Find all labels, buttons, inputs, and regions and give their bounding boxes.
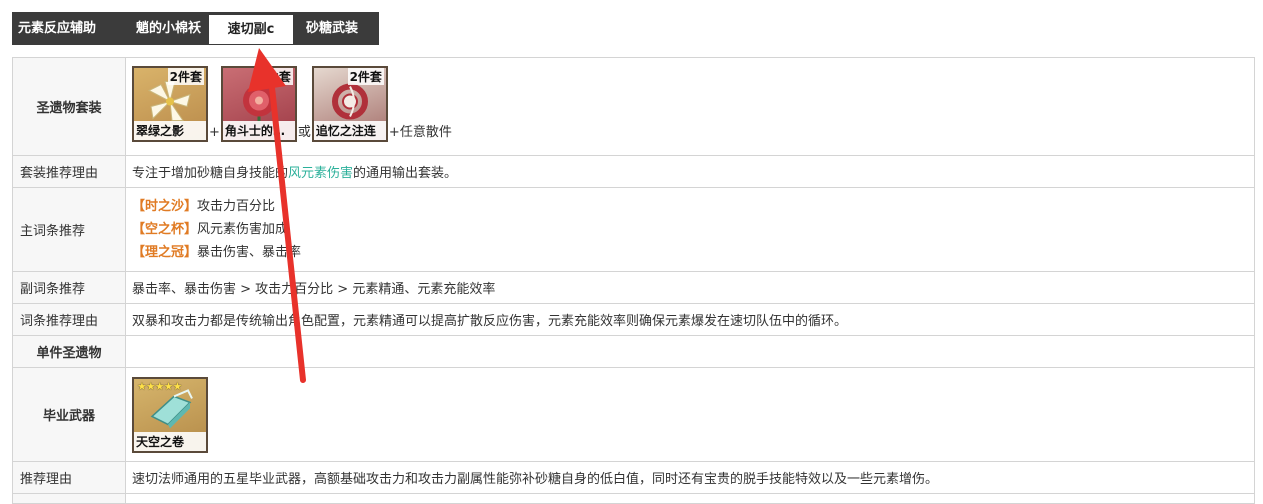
tab-label: 速切副c bbox=[227, 22, 275, 37]
sands-value: 攻击力百分比 bbox=[197, 199, 276, 214]
artifact-item-viridescent[interactable]: 2件套 翠绿之影 bbox=[132, 66, 208, 142]
sky-book-icon bbox=[150, 388, 193, 428]
circlet-slot: 【理之冠】 bbox=[132, 245, 198, 260]
goblet-slot: 【空之杯】 bbox=[132, 222, 198, 237]
row-label: 推荐理由 bbox=[12, 461, 126, 494]
artifact-name: 角斗士的… bbox=[222, 121, 295, 140]
tab-xiao-support[interactable]: 魈的小棉袄 bbox=[136, 12, 201, 45]
row-best-weapon: 毕业武器 ★★★★★ 天空之卷 bbox=[12, 367, 1255, 462]
or-text: 或 bbox=[297, 125, 311, 140]
artifact-item-shimenawa[interactable]: 2件套 追忆之注连 bbox=[311, 66, 388, 142]
anemo-dmg-highlight: 风元素伤害 bbox=[288, 166, 354, 181]
main-stats-value: 【时之沙】攻击力百分比 【空之杯】风元素伤害加成 【理之冠】暴击伤害、暴击率 bbox=[125, 187, 1255, 272]
sands-slot: 【时之沙】 bbox=[132, 199, 198, 214]
set-badge: 2件套 bbox=[347, 68, 384, 85]
row-label: 主词条推荐 bbox=[12, 187, 126, 272]
build-table: 圣遗物套装 2件套 翠绿之影 + 2件套 角斗士的… 或 2件套 追忆之注连 +… bbox=[12, 57, 1255, 504]
row-single-artifact: 单件圣遗物 bbox=[12, 335, 1255, 368]
row-label bbox=[12, 493, 126, 504]
tab-quickswap-subdps[interactable]: 速切副c bbox=[208, 14, 294, 45]
goblet-stat: 【空之杯】风元素伤害加成 bbox=[132, 218, 1254, 241]
plus-sign: + bbox=[209, 125, 220, 140]
row-value bbox=[125, 493, 1255, 504]
weapon-reason-value: 速切法师通用的五星毕业武器，高额基础攻击力和攻击力副属性能弥补砂糖自身的低白值，… bbox=[125, 461, 1255, 494]
weapon-name: 天空之卷 bbox=[134, 431, 206, 451]
reason-text-before: 专注于增加砂糖自身技能的 bbox=[132, 166, 289, 181]
set-reason-value: 专注于增加砂糖自身技能的风元素伤害的通用输出套装。 bbox=[125, 155, 1255, 188]
artifact-set-cell: 2件套 翠绿之影 + 2件套 角斗士的… 或 2件套 追忆之注连 +任意散件 bbox=[125, 57, 1255, 156]
row-label: 毕业武器 bbox=[12, 367, 126, 462]
set-badge: 2件套 bbox=[256, 68, 293, 85]
build-tabs: 元素反应辅助 魈的小棉袄 速切副c 砂糖武装 bbox=[12, 12, 379, 45]
row-label: 词条推荐理由 bbox=[12, 303, 126, 336]
circlet-value: 暴击伤害、暴击率 bbox=[197, 245, 302, 260]
sub-stats-value: 暴击率、暴击伤害 > 攻击力百分比 > 元素精通、元素充能效率 bbox=[125, 271, 1255, 304]
artifact-name: 追忆之注连 bbox=[313, 121, 386, 140]
tab-sucrose-weapon[interactable]: 砂糖武装 bbox=[306, 12, 358, 45]
row-artifact-set: 圣遗物套装 2件套 翠绿之影 + 2件套 角斗士的… 或 2件套 追忆之注连 +… bbox=[12, 57, 1255, 156]
reason-text-after: 的通用输出套装。 bbox=[353, 166, 458, 181]
tab-element-reaction-support[interactable]: 元素反应辅助 bbox=[18, 12, 96, 45]
set-badge: 2件套 bbox=[167, 68, 204, 85]
row-next bbox=[12, 493, 1255, 504]
row-label: 副词条推荐 bbox=[12, 271, 126, 304]
row-stat-reason: 词条推荐理由 双暴和攻击力都是传统输出角色配置，元素精通可以提高扩散反应伤害，元… bbox=[12, 303, 1255, 336]
any-piece-text: +任意散件 bbox=[388, 125, 452, 140]
artifact-name: 翠绿之影 bbox=[134, 121, 206, 140]
row-weapon-reason: 推荐理由 速切法师通用的五星毕业武器，高额基础攻击力和攻击力副属性能弥补砂糖自身… bbox=[12, 461, 1255, 494]
row-label: 圣遗物套装 bbox=[12, 57, 126, 156]
weapon-item-skyward-atlas[interactable]: ★★★★★ 天空之卷 bbox=[132, 376, 208, 453]
row-label: 套装推荐理由 bbox=[12, 155, 126, 188]
row-main-stats: 主词条推荐 【时之沙】攻击力百分比 【空之杯】风元素伤害加成 【理之冠】暴击伤害… bbox=[12, 187, 1255, 272]
circlet-stat: 【理之冠】暴击伤害、暴击率 bbox=[132, 241, 1254, 264]
row-set-reason: 套装推荐理由 专注于增加砂糖自身技能的风元素伤害的通用输出套装。 bbox=[12, 155, 1255, 188]
row-label: 单件圣遗物 bbox=[12, 335, 126, 368]
five-star-rating: ★★★★★ bbox=[137, 379, 182, 393]
best-weapon-cell: ★★★★★ 天空之卷 bbox=[125, 367, 1255, 462]
sands-stat: 【时之沙】攻击力百分比 bbox=[132, 195, 1254, 218]
goblet-value: 风元素伤害加成 bbox=[197, 222, 289, 237]
artifact-item-gladiator[interactable]: 2件套 角斗士的… bbox=[220, 66, 297, 142]
stat-reason-value: 双暴和攻击力都是传统输出角色配置，元素精通可以提高扩散反应伤害，元素充能效率则确… bbox=[125, 303, 1255, 336]
single-artifact-value bbox=[125, 335, 1255, 368]
row-sub-stats: 副词条推荐 暴击率、暴击伤害 > 攻击力百分比 > 元素精通、元素充能效率 bbox=[12, 271, 1255, 304]
